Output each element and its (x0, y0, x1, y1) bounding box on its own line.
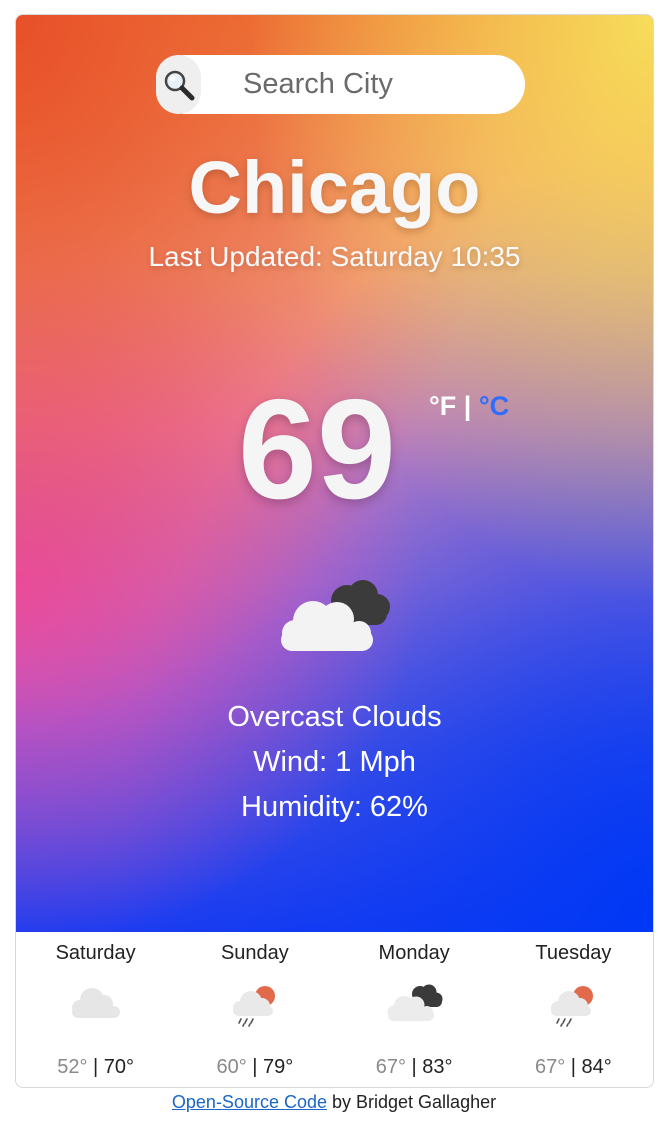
forecast-low: 67° (375, 1056, 406, 1078)
forecast-high: 83° (422, 1056, 453, 1078)
forecast-high: 79° (263, 1056, 294, 1078)
forecast-low: 52° (57, 1056, 88, 1078)
cloud-icon (68, 982, 124, 1025)
source-code-link[interactable]: Open-Source Code (172, 1092, 327, 1112)
forecast-low: 60° (216, 1056, 247, 1078)
search-input[interactable] (241, 67, 525, 102)
author-credit: by Bridget Gallagher (327, 1092, 497, 1112)
humidity: Humidity: 62% (241, 791, 428, 823)
forecast-temps: 52° | 70° (57, 1056, 135, 1078)
temperature-display: 69 (238, 375, 396, 525)
celsius-toggle[interactable]: °C (479, 391, 509, 421)
weather-app: Chicago Last Updated: Saturday 10:35 69 … (15, 14, 654, 1088)
wind-speed: Wind: 1 Mph (253, 746, 416, 778)
forecast-day-name: Sunday (220, 942, 289, 964)
unit-separator: | (456, 391, 479, 421)
forecast-day-name: Saturday (55, 942, 136, 964)
search-bar (156, 55, 525, 114)
fahrenheit-toggle[interactable]: °F (429, 391, 456, 421)
city-name: Chicago (188, 146, 481, 229)
overcast-clouds-icon (275, 575, 391, 658)
unit-toggle: °F | °C (429, 391, 509, 422)
forecast-day: Tuesday 67° | 84° (494, 932, 653, 1087)
weather-description: Overcast Clouds (227, 701, 442, 733)
footer: Open-Source Code by Bridget Gallagher (0, 1092, 668, 1113)
forecast-row: Saturday 52° | 70° Sunday 60° | 79° Mond… (16, 932, 653, 1087)
forecast-day: Monday 67° | 83° (335, 932, 494, 1087)
forecast-low: 67° (534, 1056, 566, 1078)
forecast-day-name: Tuesday (535, 942, 612, 964)
forecast-temps: 60° | 79° (216, 1056, 294, 1078)
temperature-value: 69 (238, 370, 396, 529)
rain-sun-icon (545, 982, 601, 1033)
last-updated: Last Updated: Saturday 10:35 (148, 241, 521, 272)
forecast-temps: 67° | 83° (375, 1056, 453, 1078)
forecast-day: Sunday 60° | 79° (175, 932, 334, 1087)
search-icon (164, 70, 194, 100)
forecast-temps: 67° | 84° (534, 1056, 612, 1078)
forecast-day-name: Monday (378, 942, 450, 964)
forecast-high: 70° (103, 1056, 135, 1078)
forecast-high: 84° (581, 1056, 612, 1078)
rain-sun-icon (227, 982, 283, 1033)
search-button[interactable] (156, 55, 201, 114)
overcast-clouds-icon (384, 982, 444, 1027)
forecast-day: Saturday 52° | 70° (16, 932, 175, 1087)
current-weather-panel: Chicago Last Updated: Saturday 10:35 69 … (16, 15, 653, 932)
